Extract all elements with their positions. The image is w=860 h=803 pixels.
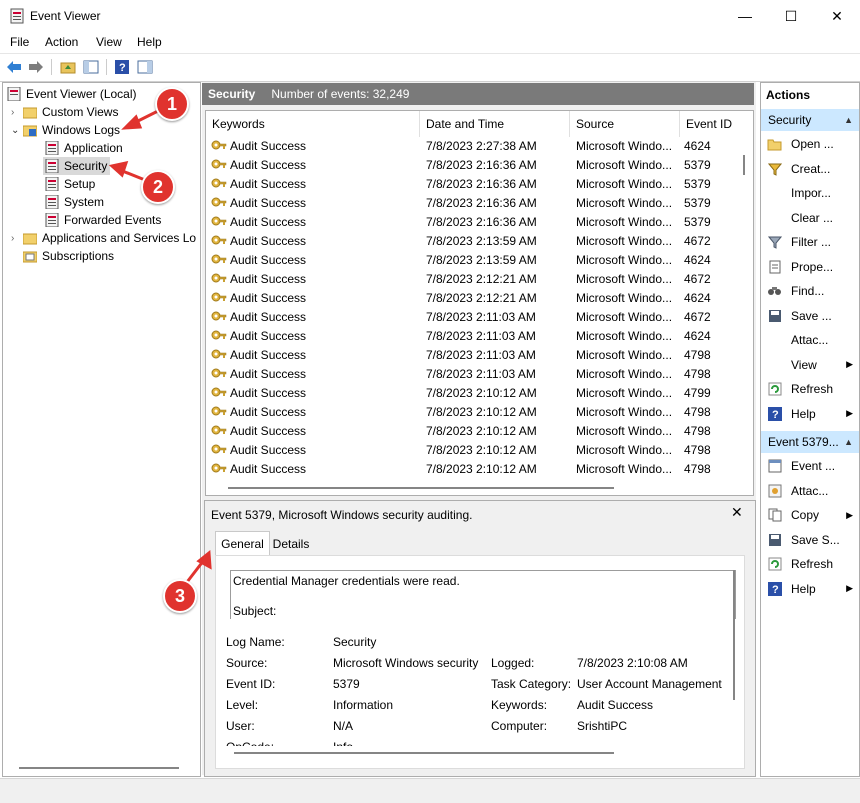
annotation-arrows xyxy=(108,108,212,587)
annotation-badge-3: 3 xyxy=(163,579,197,613)
annotation-arrowhead-2 xyxy=(108,160,129,178)
annotation-badge-2: 2 xyxy=(141,170,175,204)
annotation-badge-1: 1 xyxy=(155,87,189,121)
annotation-arrowhead-1 xyxy=(121,114,143,130)
